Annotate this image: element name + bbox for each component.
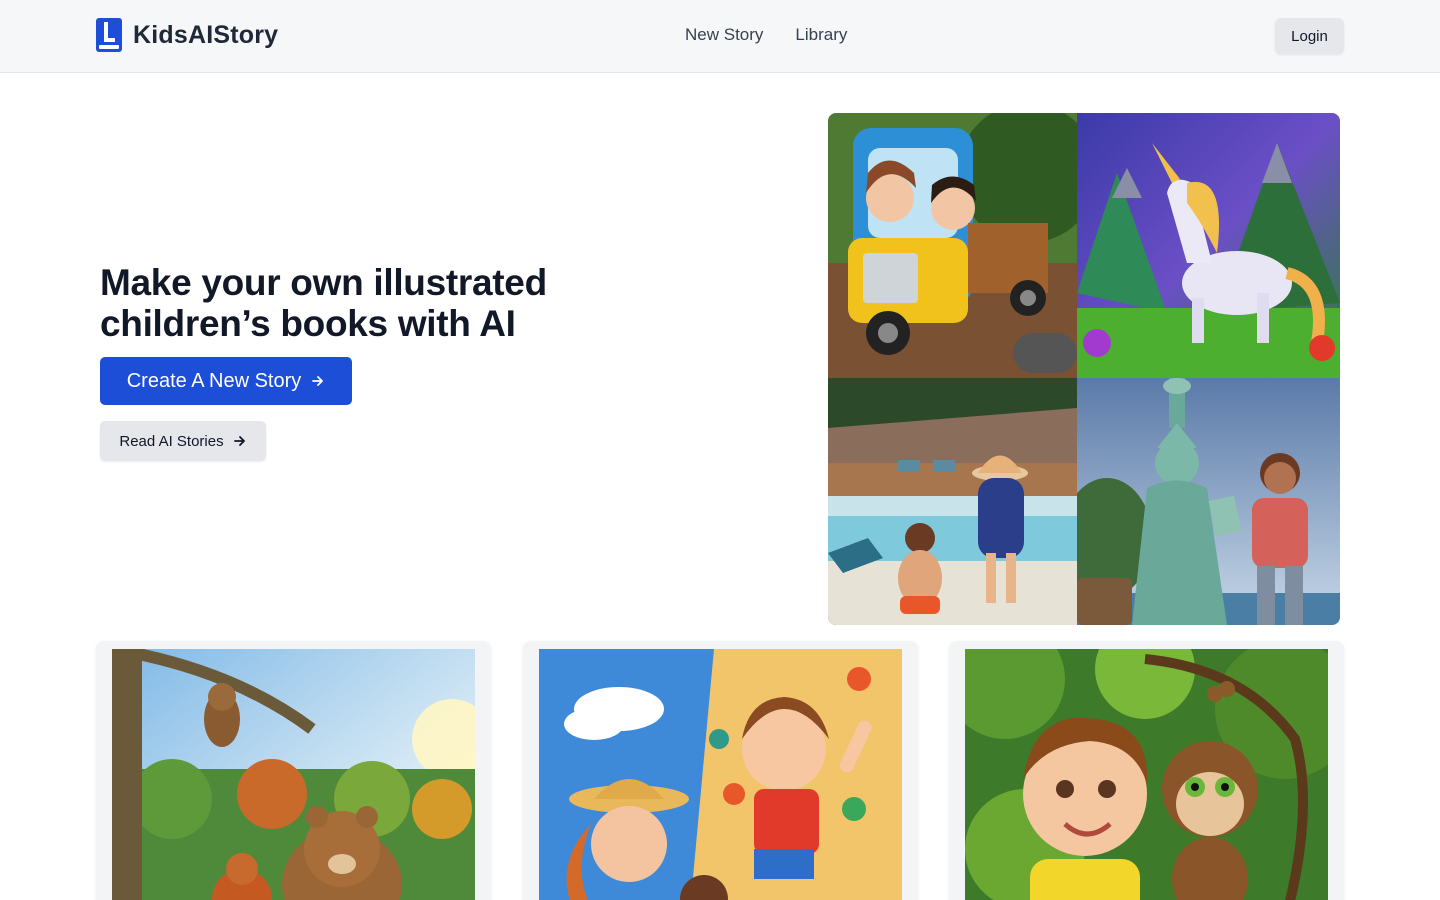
main-nav: New Story Library: [685, 25, 847, 45]
collage-image-truck: [828, 113, 1077, 378]
collage-image-pool: [828, 378, 1077, 625]
read-ai-stories-label: Read AI Stories: [119, 432, 224, 450]
arrow-right-icon: [233, 436, 245, 446]
hero-image-collage: [828, 113, 1340, 625]
story-card-image-climbing: [539, 649, 902, 900]
hero-headline-line-2: children’s books with AI: [100, 303, 516, 344]
collage-image-liberty: [1077, 378, 1340, 625]
brand-logo-link[interactable]: KidsAIStory: [96, 18, 278, 52]
story-card[interactable]: [96, 641, 491, 900]
read-ai-stories-button[interactable]: Read AI Stories: [100, 421, 266, 461]
create-new-story-label: Create A New Story: [126, 369, 302, 392]
story-card-image-owl-bear: [112, 649, 475, 900]
login-button[interactable]: Login: [1275, 18, 1344, 54]
create-new-story-button[interactable]: Create A New Story: [100, 357, 352, 405]
collage-image-unicorn: [1077, 113, 1340, 378]
top-header: KidsAIStory New Story Library Login: [0, 0, 1440, 73]
hero-headline: Make your own illustrated children’s boo…: [100, 262, 660, 344]
story-card[interactable]: [949, 641, 1344, 900]
brand-name: KidsAIStory: [133, 20, 279, 49]
book-icon: [96, 18, 122, 52]
arrow-right-icon: [312, 376, 324, 386]
nav-new-story[interactable]: New Story: [685, 25, 763, 45]
story-card[interactable]: [523, 641, 918, 900]
story-card-image-monkey: [965, 649, 1328, 900]
nav-library[interactable]: Library: [795, 25, 847, 45]
hero-headline-line-1: Make your own illustrated: [100, 262, 547, 303]
